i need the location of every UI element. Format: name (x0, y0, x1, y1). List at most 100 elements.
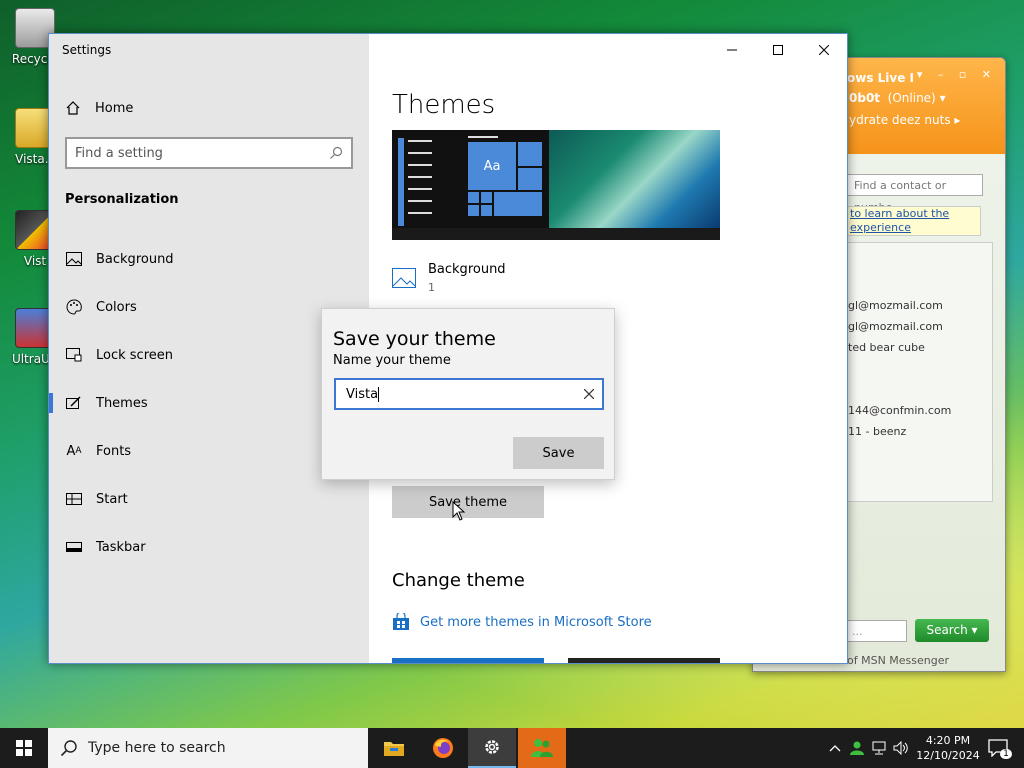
msn-search-button[interactable]: Search ▾ (915, 619, 989, 642)
windows-logo-icon (16, 740, 32, 756)
msn-buddy-icon (531, 739, 553, 757)
msn-user[interactable]: 0b0t (Online) ▾ (849, 91, 946, 105)
dialog-title: Save your theme (333, 328, 496, 350)
maximize-icon (773, 45, 783, 55)
theme-background-setting[interactable]: Background 1 (392, 262, 506, 294)
network-icon[interactable] (868, 741, 890, 755)
list-item[interactable]: gl@mozmail.com (848, 299, 943, 312)
clock-time: 4:20 PM (925, 734, 971, 747)
list-item[interactable]: ted bear cube (848, 341, 925, 354)
taskbar-settings[interactable] (468, 728, 516, 768)
active-indicator (49, 393, 53, 413)
theme-preview: Aa (392, 130, 720, 240)
preview-taskbar (392, 228, 720, 240)
msn-username: 0b0t (849, 91, 881, 105)
theme-thumbnail[interactable] (392, 658, 544, 663)
clear-icon[interactable] (584, 389, 594, 399)
theme-name-value: Vista (346, 386, 380, 402)
msn-search-label: Search (926, 623, 968, 637)
find-setting-input[interactable]: Find a setting (65, 137, 353, 169)
msn-find-contact-input[interactable]: Find a contact or numbe (847, 174, 983, 214)
nav-item-label: Lock screen (96, 347, 173, 363)
minimize-button[interactable] (709, 34, 755, 66)
msn-message-text: ydrate deez nuts (849, 113, 951, 127)
search-icon (60, 739, 78, 757)
action-center-button[interactable]: 1 (984, 739, 1024, 759)
taskbar: Type here to search 4:20 PM 12/10/2024 1 (0, 728, 1024, 768)
taskbar-search-box[interactable]: Type here to search (48, 728, 368, 768)
window-title: Settings (62, 43, 112, 57)
home-icon (66, 101, 80, 115)
mouse-cursor-icon (452, 501, 466, 521)
page-title: Themes (392, 90, 496, 120)
nav-home-label: Home (95, 100, 134, 116)
find-setting-placeholder: Find a setting (75, 145, 163, 161)
nav-home[interactable]: Home (65, 98, 133, 118)
folder-icon (384, 742, 404, 756)
msn-window-controls[interactable]: ▾ – ▫ ✕ (917, 68, 997, 81)
nav-item-label: Taskbar (96, 539, 146, 555)
msn-status: (Online) (887, 91, 936, 105)
list-item[interactable]: gl@mozmail.com (848, 320, 943, 333)
window-controls (709, 34, 847, 66)
msn-contact-list[interactable]: gl@mozmail.com gl@mozmail.com ted bear c… (843, 242, 993, 502)
dialog-save-button[interactable]: Save (513, 437, 604, 469)
msn-notice-link[interactable]: to learn about the experience (847, 206, 981, 236)
start-button[interactable] (0, 728, 48, 768)
nav-item-label: Fonts (96, 443, 132, 459)
lock-screen-icon (64, 348, 84, 362)
msn-search-input[interactable]: ... (847, 620, 907, 642)
nav-item-label: Colors (96, 299, 137, 315)
nav-item-label: Background (96, 251, 174, 267)
nav-item-label: Themes (96, 395, 148, 411)
background-label: Background (428, 262, 506, 277)
volume-icon[interactable] (890, 741, 912, 755)
clock-date: 12/10/2024 (916, 749, 980, 762)
taskbar-file-explorer[interactable] (370, 728, 418, 768)
taskbar-firefox[interactable] (419, 728, 467, 768)
nav-item-taskbar[interactable]: Taskbar (49, 527, 369, 567)
msn-title: ows Live I (847, 71, 915, 85)
msn-tray-icon[interactable] (846, 740, 868, 756)
theme-name-input[interactable]: Vista (334, 378, 604, 410)
brush-icon (64, 395, 84, 411)
save-theme-button[interactable]: Save theme (392, 486, 544, 518)
start-icon (64, 493, 84, 505)
taskbar-msn-messenger[interactable] (518, 728, 566, 768)
picture-icon (64, 252, 84, 266)
change-theme-heading: Change theme (392, 570, 525, 591)
store-icon (393, 613, 409, 630)
font-icon: AA (66, 443, 82, 459)
nav-item-start[interactable]: Start (49, 479, 369, 519)
taskbar-search-placeholder: Type here to search (88, 740, 226, 756)
search-icon (330, 146, 343, 159)
nav-item-background[interactable]: Background (49, 239, 369, 279)
preview-start-tiles: Aa (468, 136, 544, 228)
close-button[interactable] (801, 34, 847, 66)
notification-count-badge: 1 (1000, 749, 1012, 759)
clock[interactable]: 4:20 PM 12/10/2024 (912, 733, 984, 763)
section-title: Personalization (65, 192, 179, 207)
wallpaper-preview (549, 130, 720, 228)
minimize-icon (727, 49, 737, 51)
picture-icon (392, 268, 416, 288)
dialog-label: Name your theme (333, 353, 451, 368)
msn-notice-line2: experience (850, 221, 911, 234)
theme-thumbnail[interactable] (568, 658, 720, 663)
maximize-button[interactable] (755, 34, 801, 66)
store-themes-link[interactable]: Get more themes in Microsoft Store (392, 613, 652, 631)
list-item[interactable]: 144@confmin.com (848, 404, 951, 417)
save-theme-dialog: Save your theme Name your theme Vista Sa… (321, 308, 615, 480)
msn-personal-message[interactable]: ydrate deez nuts ▸ (849, 113, 960, 127)
taskbar-icon (64, 542, 84, 552)
msn-footer: of MSN Messenger (847, 654, 950, 667)
preview-tile-text: Aa (468, 142, 516, 190)
close-icon (819, 45, 829, 55)
nav-item-label: Start (96, 491, 128, 507)
list-item[interactable]: 11 - beenz (848, 425, 906, 438)
preview-sidebar (396, 138, 436, 228)
palette-icon (64, 299, 84, 315)
store-link-label: Get more themes in Microsoft Store (420, 614, 652, 630)
chevron-up-icon[interactable] (824, 744, 846, 752)
gear-icon (485, 740, 499, 754)
